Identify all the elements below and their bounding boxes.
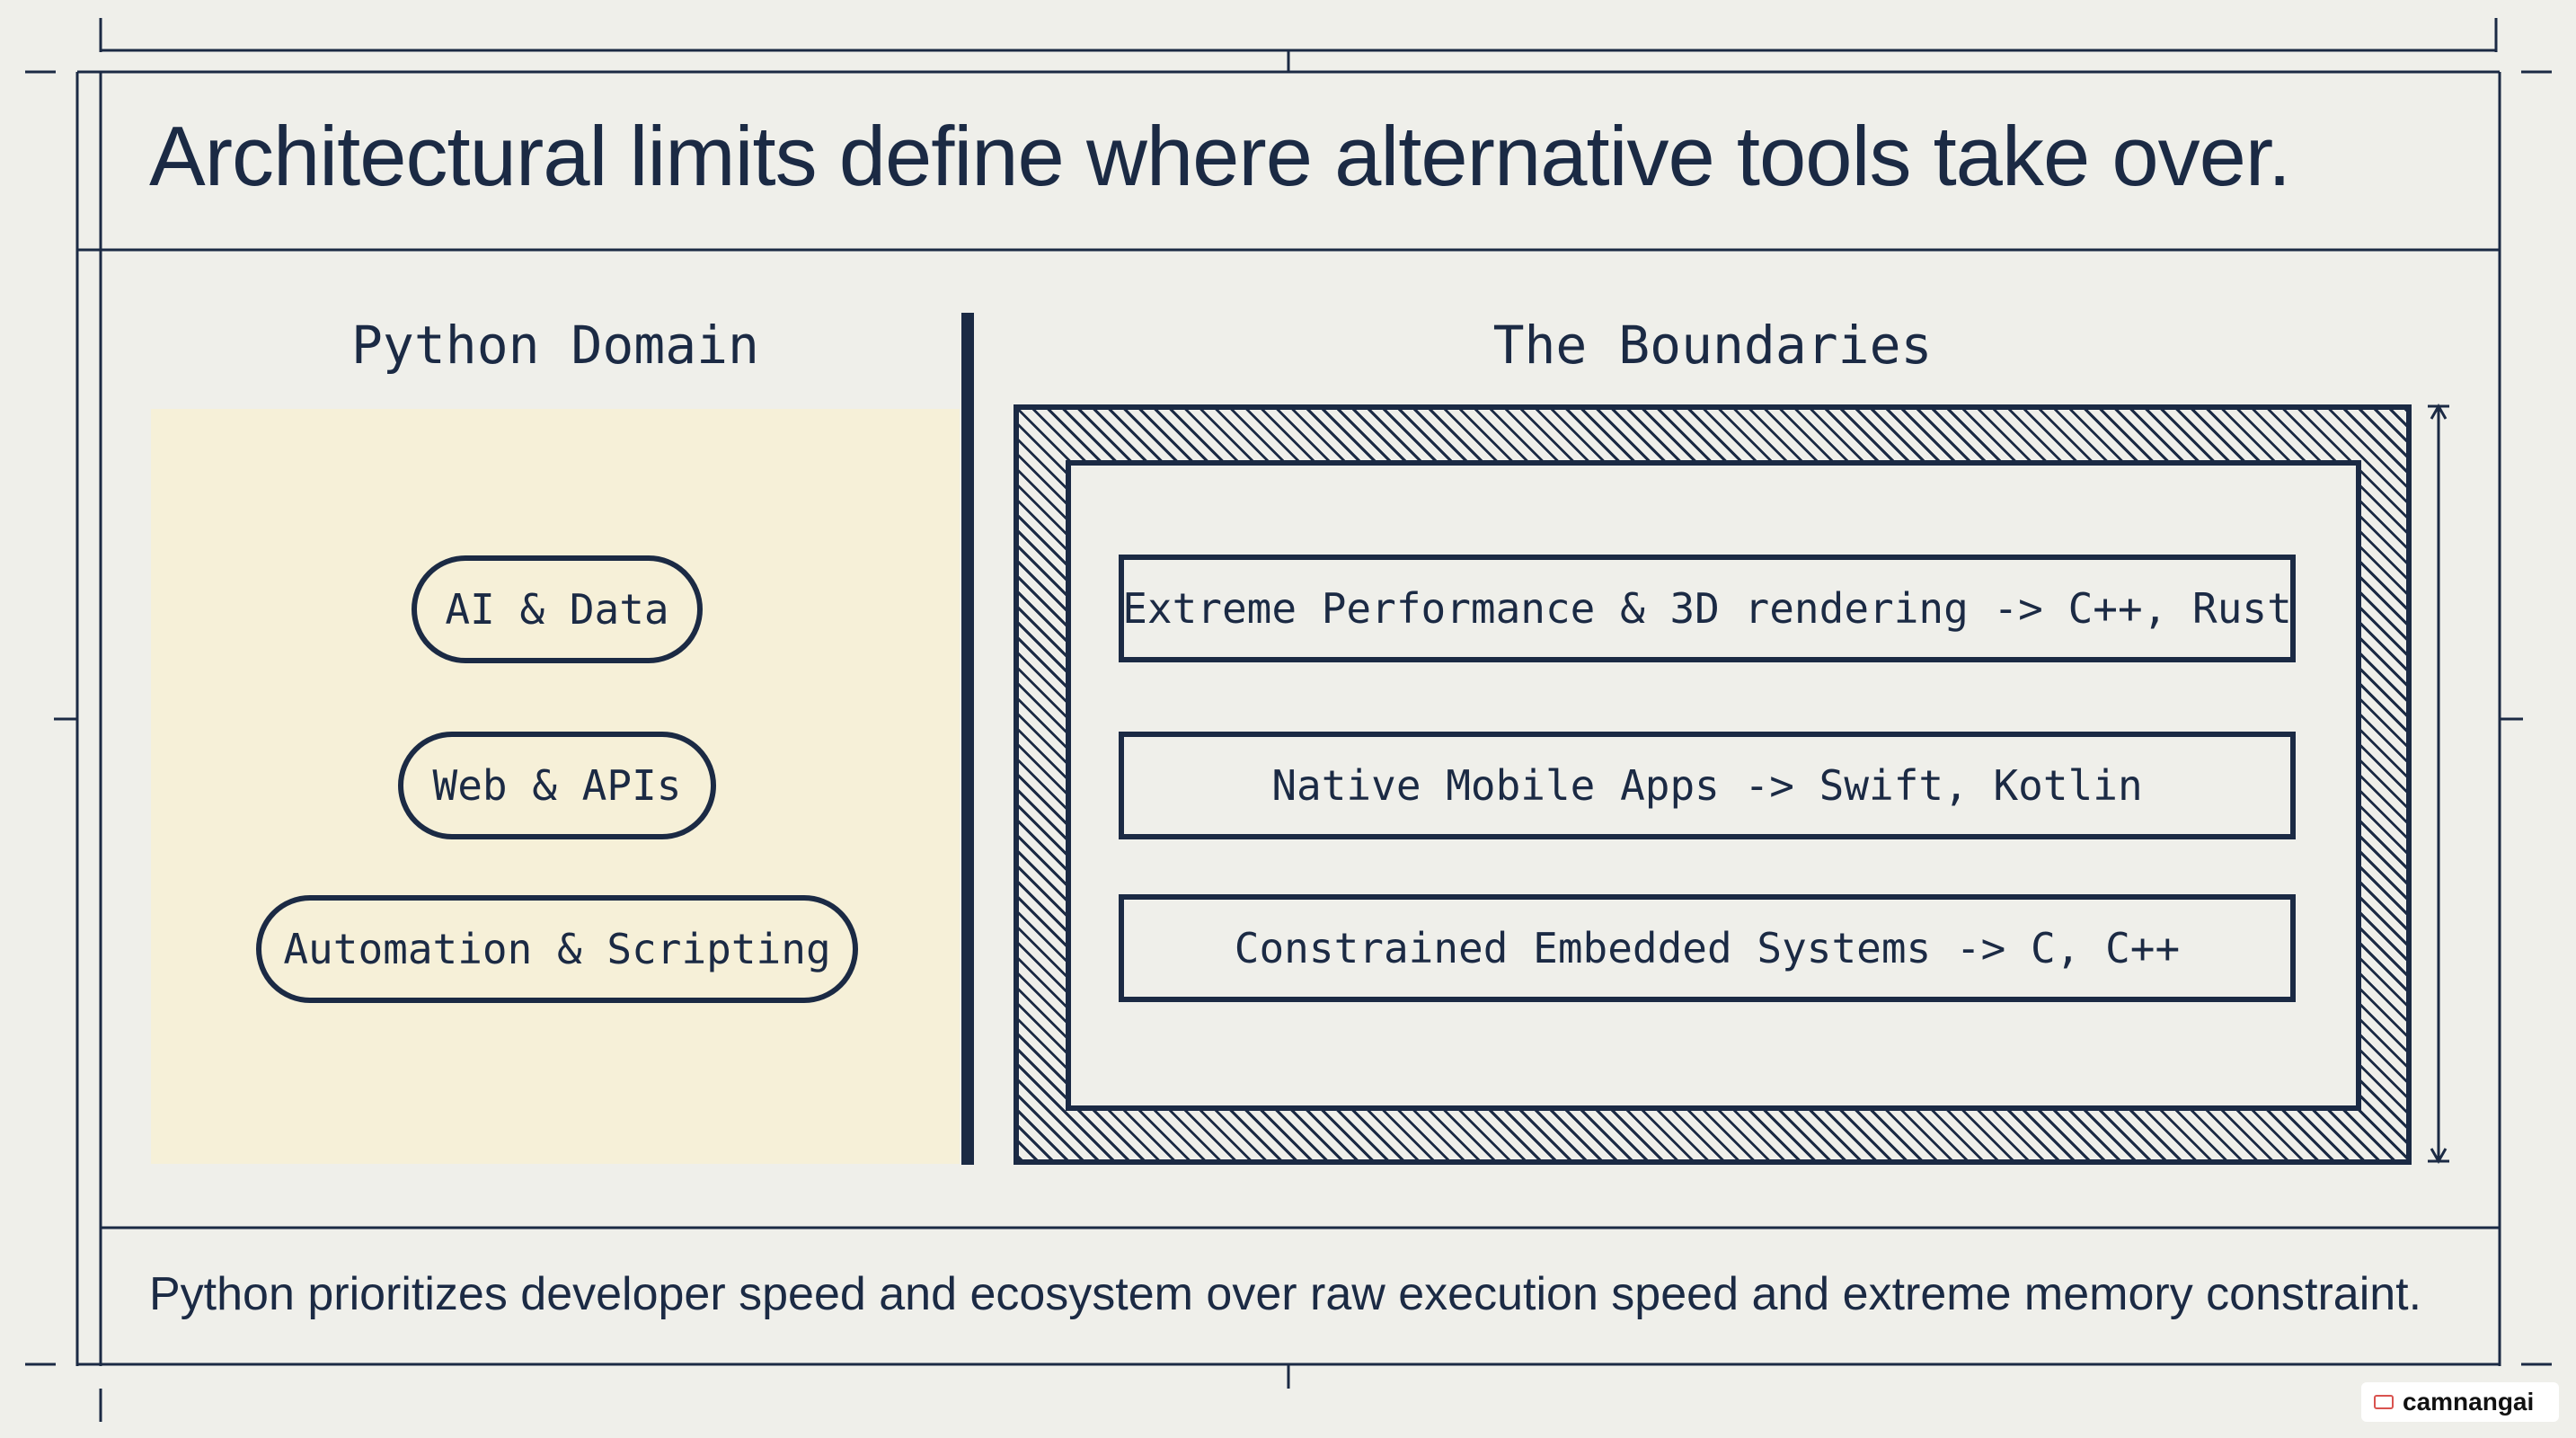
- python-domain-heading: Python Domain: [351, 315, 759, 376]
- pill-ai-data: AI & Data: [412, 555, 703, 663]
- page-title: Architectural limits define where altern…: [149, 109, 2291, 203]
- pill-automation-scripting: Automation & Scripting: [256, 895, 858, 1003]
- book-icon: [2374, 1395, 2394, 1409]
- watermark-label: camnangai: [2403, 1388, 2535, 1416]
- boundary-embedded: Constrained Embedded Systems -> C, C++: [1119, 894, 2296, 1002]
- boundary-performance: Extreme Performance & 3D rendering -> C+…: [1119, 555, 2296, 662]
- boundary-mobile: Native Mobile Apps -> Swift, Kotlin: [1119, 732, 2296, 839]
- vertical-divider: [961, 313, 974, 1165]
- summary-caption: Python prioritizes developer speed and e…: [149, 1268, 2422, 1320]
- boundaries-heading: The Boundaries: [1492, 315, 1933, 376]
- pill-web-apis: Web & APIs: [398, 732, 716, 839]
- watermark: camnangai: [2361, 1382, 2559, 1422]
